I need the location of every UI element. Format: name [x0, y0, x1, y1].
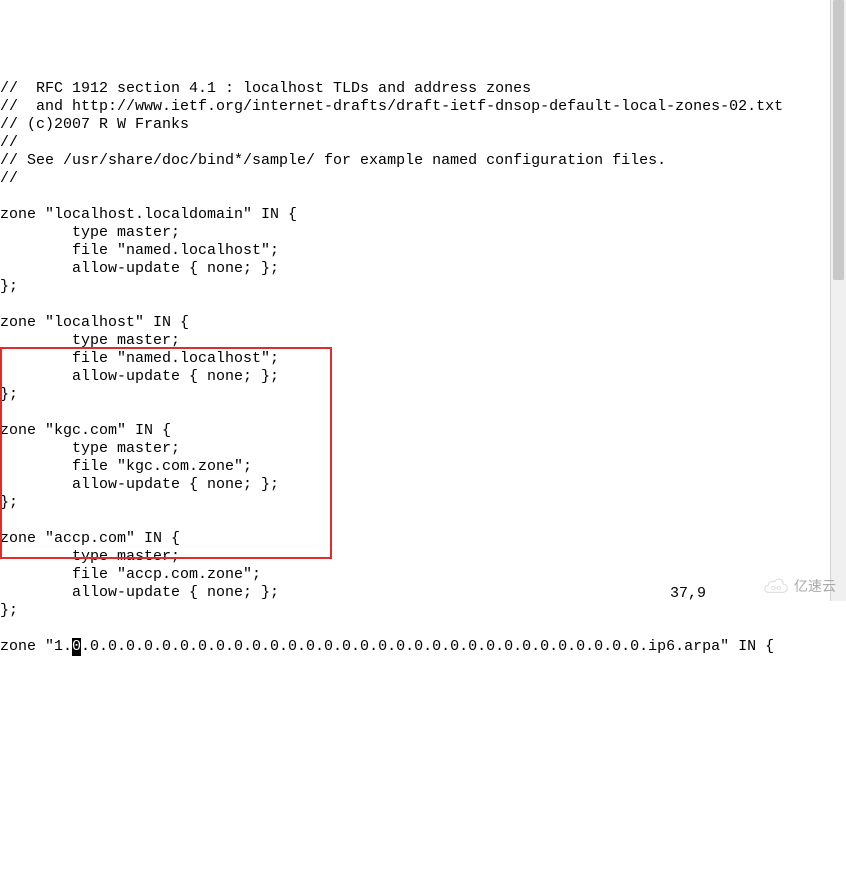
- scrollbar-track[interactable]: [831, 0, 846, 601]
- code-line: allow-update { none; };: [0, 584, 846, 602]
- code-line: file "kgc.com.zone";: [0, 458, 846, 476]
- code-line: file "named.localhost";: [0, 350, 846, 368]
- code-line: };: [0, 602, 846, 620]
- text-after-cursor: .0.0.0.0.0.0.0.0.0.0.0.0.0.0.0.0.0.0.0.0…: [81, 638, 774, 655]
- code-line-cursor: zone "1.0.0.0.0.0.0.0.0.0.0.0.0.0.0.0.0.…: [0, 638, 846, 656]
- code-line: [0, 404, 846, 422]
- code-content: // RFC 1912 section 4.1 : localhost TLDs…: [0, 72, 846, 656]
- code-line: [0, 512, 846, 530]
- scrollbar-thumb[interactable]: [833, 0, 844, 280]
- vertical-scrollbar[interactable]: [830, 0, 846, 601]
- code-line: // and http://www.ietf.org/internet-draf…: [0, 98, 846, 116]
- code-line: [0, 296, 846, 314]
- code-line: //: [0, 134, 846, 152]
- watermark-text: 亿速云: [794, 577, 836, 595]
- editor-status-position: 37,9: [670, 585, 706, 603]
- code-line: type master;: [0, 440, 846, 458]
- code-line: type master;: [0, 332, 846, 350]
- code-line: file "accp.com.zone";: [0, 566, 846, 584]
- text-before-cursor: zone "1.: [0, 638, 72, 655]
- code-line: type master;: [0, 224, 846, 242]
- code-line: [0, 188, 846, 206]
- code-line: allow-update { none; };: [0, 476, 846, 494]
- code-line: // RFC 1912 section 4.1 : localhost TLDs…: [0, 80, 846, 98]
- code-line: zone "kgc.com" IN {: [0, 422, 846, 440]
- code-line: };: [0, 386, 846, 404]
- watermark: 亿速云: [762, 576, 836, 596]
- editor-cursor: 0: [72, 638, 81, 656]
- code-line: zone "localhost.localdomain" IN {: [0, 206, 846, 224]
- code-line: zone "accp.com" IN {: [0, 530, 846, 548]
- code-line: // See /usr/share/doc/bind*/sample/ for …: [0, 152, 846, 170]
- code-line: };: [0, 494, 846, 512]
- code-line: zone "localhost" IN {: [0, 314, 846, 332]
- code-line: file "named.localhost";: [0, 242, 846, 260]
- code-line: type master;: [0, 548, 846, 566]
- code-line: };: [0, 278, 846, 296]
- cloud-icon: [762, 576, 790, 596]
- code-line: [0, 620, 846, 638]
- code-line: allow-update { none; };: [0, 368, 846, 386]
- code-line: allow-update { none; };: [0, 260, 846, 278]
- code-line: // (c)2007 R W Franks: [0, 116, 846, 134]
- code-line: //: [0, 170, 846, 188]
